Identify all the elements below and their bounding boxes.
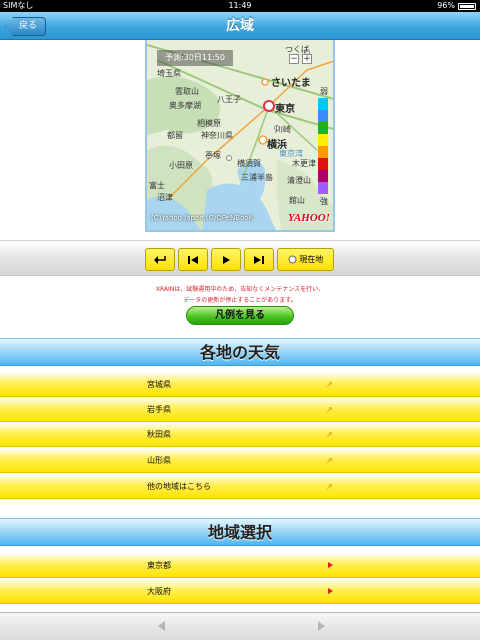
map-place-label: 富士	[149, 181, 165, 190]
skip-forward-icon	[254, 255, 264, 264]
location-icon	[288, 255, 297, 264]
chevron-right-icon	[328, 562, 333, 568]
map-place-label: 横須賀	[237, 159, 261, 168]
map-place-label: 川崎	[275, 125, 291, 134]
map-place-label: 清澄山	[287, 176, 311, 185]
current-location-button[interactable]: 現在地	[277, 248, 334, 271]
region-section-title: 地域選択	[207, 523, 272, 542]
map-place-label: 平塚	[205, 151, 221, 160]
map-place-label: 館山	[289, 196, 305, 205]
return-arrow-icon	[154, 255, 166, 264]
weather-list-item[interactable]: 宮城県 ↗	[0, 373, 480, 397]
map-place-label: さいたま	[271, 78, 311, 89]
page-title: 広域	[226, 18, 254, 34]
current-location-label: 現在地	[299, 255, 324, 264]
zoom-out-button[interactable]: −	[289, 54, 299, 64]
clock: 11:49	[228, 1, 252, 10]
view-legend-button[interactable]: 凡例を見る	[186, 306, 294, 325]
region-list-item[interactable]: 大阪府	[0, 580, 480, 604]
battery-status: 96%	[437, 0, 476, 12]
external-link-icon: ↗	[326, 380, 333, 389]
chevron-right-icon	[328, 588, 333, 594]
weather-list-item[interactable]: 岩手県 ↗	[0, 398, 480, 422]
legend-color-swatch	[318, 182, 328, 194]
maintenance-notice-line1: XRAINは、試験運用中のため、告知なくメンテナンスを行い、	[155, 286, 325, 293]
map-place-label: 都留	[167, 131, 183, 140]
battery-icon	[458, 2, 476, 10]
legend-color-swatch	[318, 134, 328, 146]
skip-back-icon	[188, 255, 198, 264]
browser-toolbar	[0, 612, 480, 640]
play-icon	[223, 255, 230, 264]
rain-intensity-legend	[318, 98, 328, 194]
region-item-label: 大阪府	[147, 587, 171, 596]
maintenance-notice-line2: データの更新が停止することがあります。	[183, 297, 297, 304]
status-bar: SIMなし 11:49 96%	[0, 0, 480, 12]
external-link-icon: ↗	[326, 430, 333, 439]
legend-color-swatch	[318, 122, 328, 134]
legend-weak-label: 弱	[320, 87, 328, 96]
map-place-label: 沼津	[157, 193, 173, 202]
map-place-label: 三浦半島	[241, 173, 273, 182]
map-place-label: 小田原	[169, 161, 193, 170]
map-place-label: 木更津	[292, 159, 316, 168]
map-place-label: 埼玉県	[157, 69, 181, 78]
browser-forward-icon[interactable]	[318, 621, 325, 631]
weather-list-item[interactable]: 山形県 ↗	[0, 449, 480, 473]
rain-map[interactable]: つくば さいたま 埼玉県 雲取山 奥多摩湖 八王子 東京 相模原 都留 神奈川県…	[145, 40, 335, 232]
browser-back-icon[interactable]	[158, 621, 165, 631]
map-place-label: 東京	[275, 104, 295, 115]
weather-item-label: 他の地域はこちら	[147, 482, 211, 491]
weather-section-header: 各地の天気	[0, 338, 480, 366]
map-place-label: 奥多摩湖	[169, 101, 201, 110]
legend-color-swatch	[318, 110, 328, 122]
map-copyright: (C)Yahoo Japan,(C)OPeNBooK	[151, 214, 254, 222]
region-list-item[interactable]: 東京都	[0, 554, 480, 578]
weather-item-label: 宮城県	[147, 380, 171, 389]
external-link-icon: ↗	[326, 405, 333, 414]
weather-item-label: 秋田県	[147, 430, 171, 439]
legend-color-swatch	[318, 158, 328, 170]
playback-controls: 現在地	[0, 240, 480, 276]
weather-list-item[interactable]: 秋田県 ↗	[0, 423, 480, 447]
forecast-time-label: 予測:30日11:50	[157, 50, 233, 66]
external-link-icon: ↗	[326, 456, 333, 465]
region-item-label: 東京都	[147, 561, 171, 570]
legend-strong-label: 強	[320, 197, 328, 206]
play-button[interactable]	[211, 248, 241, 271]
weather-item-label: 岩手県	[147, 405, 171, 414]
yahoo-logo: YAHOO!	[288, 212, 330, 224]
legend-color-swatch	[318, 98, 328, 110]
skip-to-end-button[interactable]	[244, 248, 274, 271]
external-link-icon: ↗	[326, 482, 333, 491]
battery-percent: 96%	[437, 1, 455, 10]
map-place-label: 東京湾	[279, 149, 303, 158]
map-place-label: 神奈川県	[201, 131, 233, 140]
return-button[interactable]	[145, 248, 175, 271]
weather-section-title: 各地の天気	[199, 343, 280, 362]
map-place-label: 雲取山	[175, 87, 199, 96]
zoom-in-button[interactable]: +	[302, 54, 312, 64]
skip-to-start-button[interactable]	[178, 248, 208, 271]
legend-color-swatch	[318, 170, 328, 182]
region-section-header: 地域選択	[0, 518, 480, 546]
navigation-bar: 戻る 広域	[0, 12, 480, 40]
map-place-label: 八王子	[217, 95, 241, 104]
legend-color-swatch	[318, 146, 328, 158]
map-place-label: 相模原	[197, 119, 221, 128]
weather-list-item[interactable]: 他の地域はこちら ↗	[0, 475, 480, 499]
weather-item-label: 山形県	[147, 456, 171, 465]
